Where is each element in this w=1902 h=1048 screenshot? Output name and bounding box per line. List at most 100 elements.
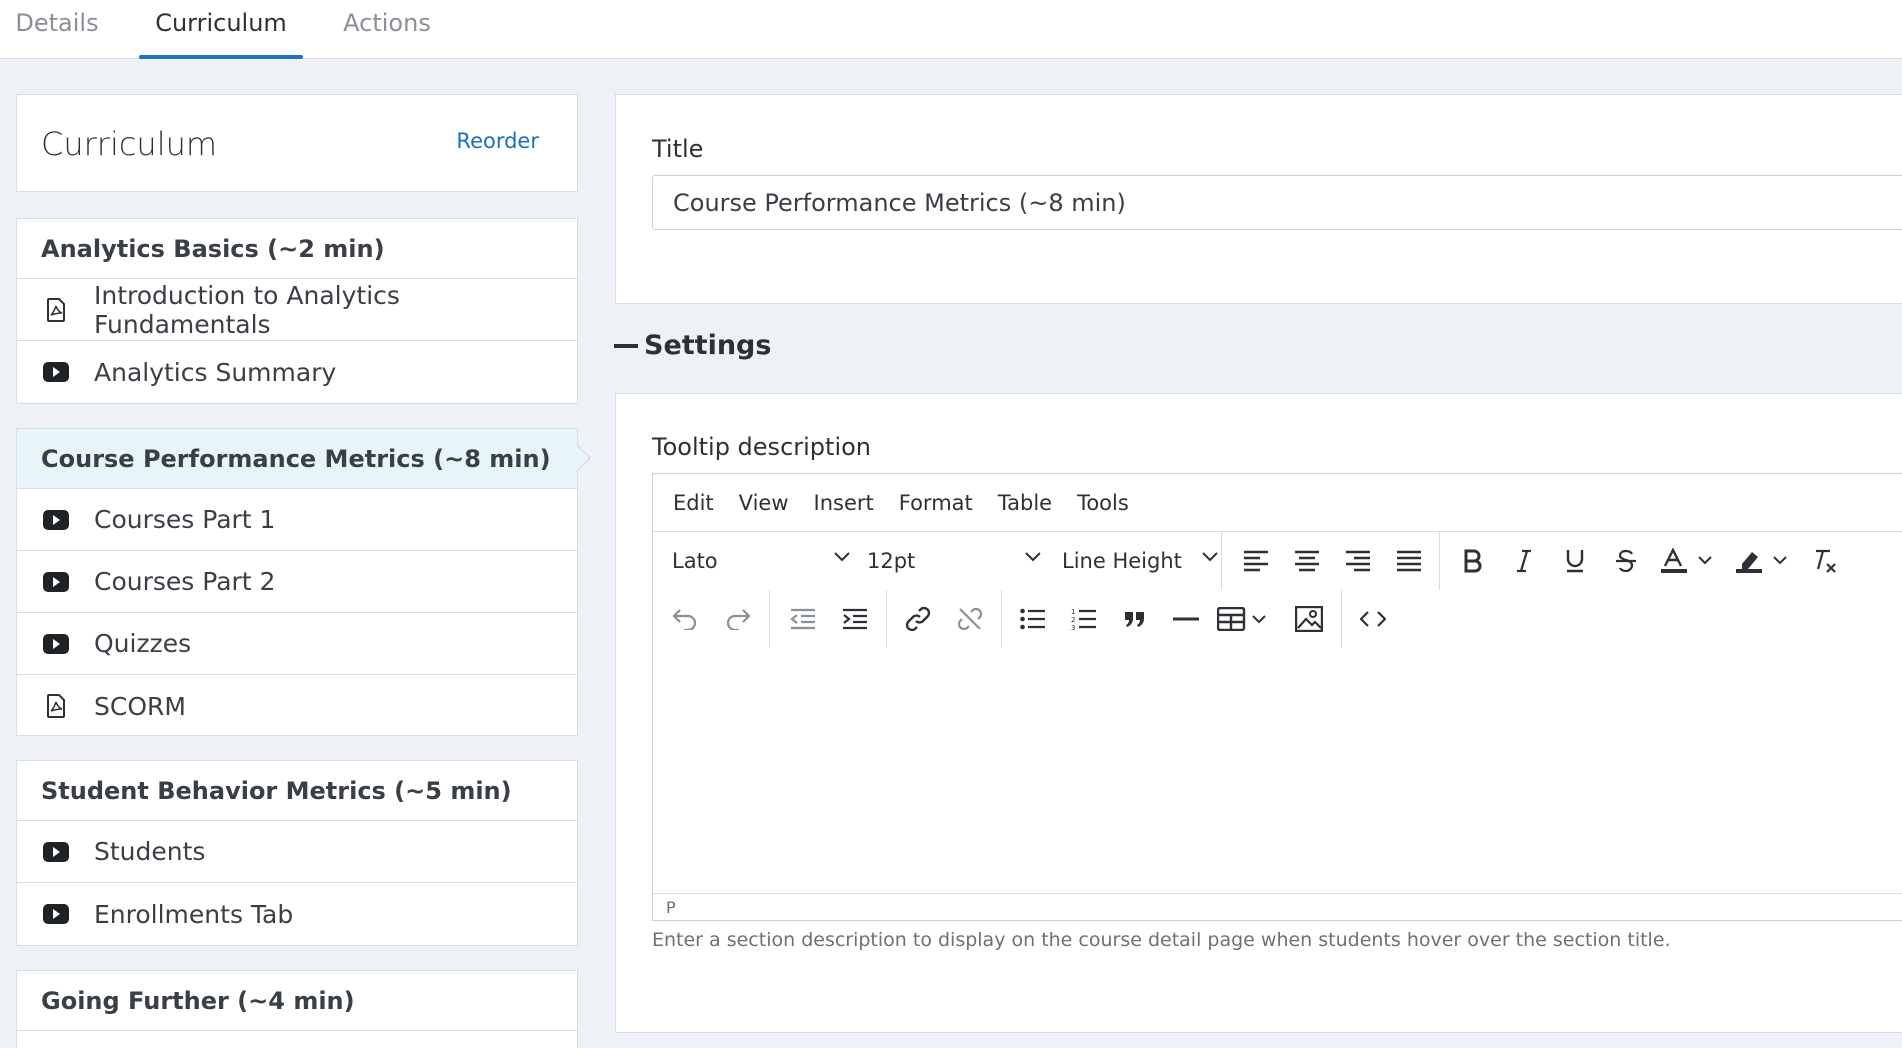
text-color-icon[interactable] (1656, 539, 1718, 583)
lesson-item[interactable]: Analytics Summary (17, 341, 577, 403)
lesson-label: Introduction to Analytics Fundamentals (94, 280, 400, 339)
reorder-link[interactable]: Reorder (456, 129, 539, 153)
link-icon[interactable] (898, 597, 938, 641)
lesson-item[interactable]: Introduction to Analytics Fundamentals (17, 279, 577, 341)
undo-icon[interactable] (665, 597, 705, 641)
lesson-item[interactable]: Courses Part 1 (17, 489, 577, 551)
font-family-value: Lato (672, 549, 718, 573)
source-code-icon[interactable] (1353, 597, 1393, 641)
section-title[interactable]: Course Performance Metrics (~8 min) (17, 429, 591, 489)
toolbar-divider (886, 590, 887, 648)
toolbar-divider (1001, 590, 1002, 648)
pdf-icon (43, 297, 69, 323)
editor-menubar: Edit View Insert Format Table Tools (653, 474, 1902, 532)
italic-icon[interactable] (1504, 539, 1544, 583)
curriculum-header-card: Curriculum Reorder (16, 94, 578, 192)
lesson-label: Courses Part 1 (94, 505, 276, 534)
chevron-down-icon (1202, 552, 1218, 562)
horizontal-rule-icon[interactable] (1166, 597, 1206, 641)
section-title[interactable]: Going Further (~4 min) (17, 971, 577, 1031)
toolbar-divider (1221, 532, 1222, 590)
top-tab-bar: Details Curriculum Actions (0, 0, 1902, 59)
align-right-icon[interactable] (1338, 539, 1378, 583)
image-icon[interactable] (1289, 597, 1329, 641)
lesson-item[interactable]: Students (17, 821, 577, 883)
lesson-item[interactable]: Enrollments Tab (17, 883, 577, 945)
video-icon (43, 359, 69, 385)
video-icon (43, 839, 69, 865)
outdent-icon[interactable] (783, 597, 823, 641)
editor-statusbar: P (653, 893, 1902, 920)
rich-text-editor: Edit View Insert Format Table Tools Lato… (652, 473, 1902, 921)
font-size-select[interactable]: 12pt (867, 532, 1041, 590)
lesson-label: SCORM (94, 691, 186, 721)
line-height-value: Line Height (1062, 549, 1182, 573)
element-path[interactable]: P (666, 898, 676, 917)
bullet-list-icon[interactable] (1013, 597, 1053, 641)
editor-toolbar-row-2: 123 (653, 590, 1902, 648)
strikethrough-icon[interactable] (1606, 539, 1646, 583)
svg-text:3: 3 (1071, 624, 1075, 631)
tab-details[interactable]: Details (0, 0, 114, 58)
align-left-icon[interactable] (1236, 539, 1276, 583)
underline-icon[interactable] (1555, 539, 1595, 583)
toolbar-divider (1341, 590, 1342, 648)
blockquote-icon[interactable] (1115, 597, 1155, 641)
chevron-down-icon (1025, 552, 1041, 562)
help-text: Enter a section description to display o… (652, 929, 1671, 951)
section-title-text: Course Performance Metrics (~8 min) (41, 444, 551, 473)
clear-formatting-icon[interactable] (1806, 539, 1846, 583)
tab-curriculum[interactable]: Curriculum (139, 0, 303, 59)
lesson-item[interactable]: Courses Part 2 (17, 551, 577, 613)
unlink-icon[interactable] (950, 597, 990, 641)
indent-icon[interactable] (835, 597, 875, 641)
section-card: Going Further (~4 min) (16, 970, 578, 1048)
active-indicator-fill (576, 445, 589, 471)
menu-table[interactable]: Table (998, 491, 1052, 515)
toolbar-divider (1439, 532, 1440, 590)
align-center-icon[interactable] (1287, 539, 1327, 583)
section-card: Analytics Basics (~2 min) Introduction t… (16, 218, 578, 404)
svg-text:2: 2 (1071, 616, 1075, 624)
chevron-down-icon (834, 552, 850, 562)
lesson-label: Quizzes (94, 629, 192, 658)
video-icon (43, 631, 69, 657)
video-icon (43, 507, 69, 533)
lesson-item[interactable]: Quizzes (17, 613, 577, 675)
section-card: Student Behavior Metrics (~5 min) Studen… (16, 760, 578, 946)
line-height-select[interactable]: Line Height (1062, 532, 1218, 590)
section-card-active: Course Performance Metrics (~8 min) Cour… (16, 428, 591, 737)
font-family-select[interactable]: Lato (672, 532, 850, 590)
toolbar-divider (769, 590, 770, 648)
video-icon (43, 569, 69, 595)
settings-toggle[interactable]: Settings (614, 330, 771, 361)
section-title[interactable]: Analytics Basics (~2 min) (17, 219, 577, 279)
tooltip-label: Tooltip description (652, 433, 871, 461)
curriculum-title: Curriculum (41, 125, 218, 163)
lesson-label: Courses Part 2 (94, 567, 276, 596)
redo-icon[interactable] (718, 597, 758, 641)
section-title[interactable]: Student Behavior Metrics (~5 min) (17, 761, 577, 821)
menu-tools[interactable]: Tools (1077, 491, 1129, 515)
collapse-icon (614, 343, 638, 348)
table-icon[interactable] (1213, 597, 1273, 641)
settings-label: Settings (644, 330, 772, 361)
align-justify-icon[interactable] (1389, 539, 1429, 583)
bold-icon[interactable] (1453, 539, 1493, 583)
menu-edit[interactable]: Edit (673, 491, 714, 515)
menu-view[interactable]: View (739, 491, 789, 515)
menu-format[interactable]: Format (899, 491, 973, 515)
lesson-item[interactable]: SCORM (17, 675, 577, 737)
tab-actions[interactable]: Actions (327, 0, 447, 58)
editor-toolbar-row-1: Lato 12pt Line Height (653, 532, 1902, 590)
pdf-icon (43, 693, 69, 719)
editor-content-area[interactable] (653, 650, 1902, 895)
numbered-list-icon[interactable]: 123 (1064, 597, 1104, 641)
lesson-label: Analytics Summary (94, 357, 337, 387)
title-input[interactable] (652, 175, 1902, 230)
svg-text:1: 1 (1071, 608, 1075, 616)
highlight-color-icon[interactable] (1731, 539, 1793, 583)
title-label: Title (652, 135, 704, 163)
menu-insert[interactable]: Insert (814, 491, 874, 515)
video-icon (43, 901, 69, 927)
